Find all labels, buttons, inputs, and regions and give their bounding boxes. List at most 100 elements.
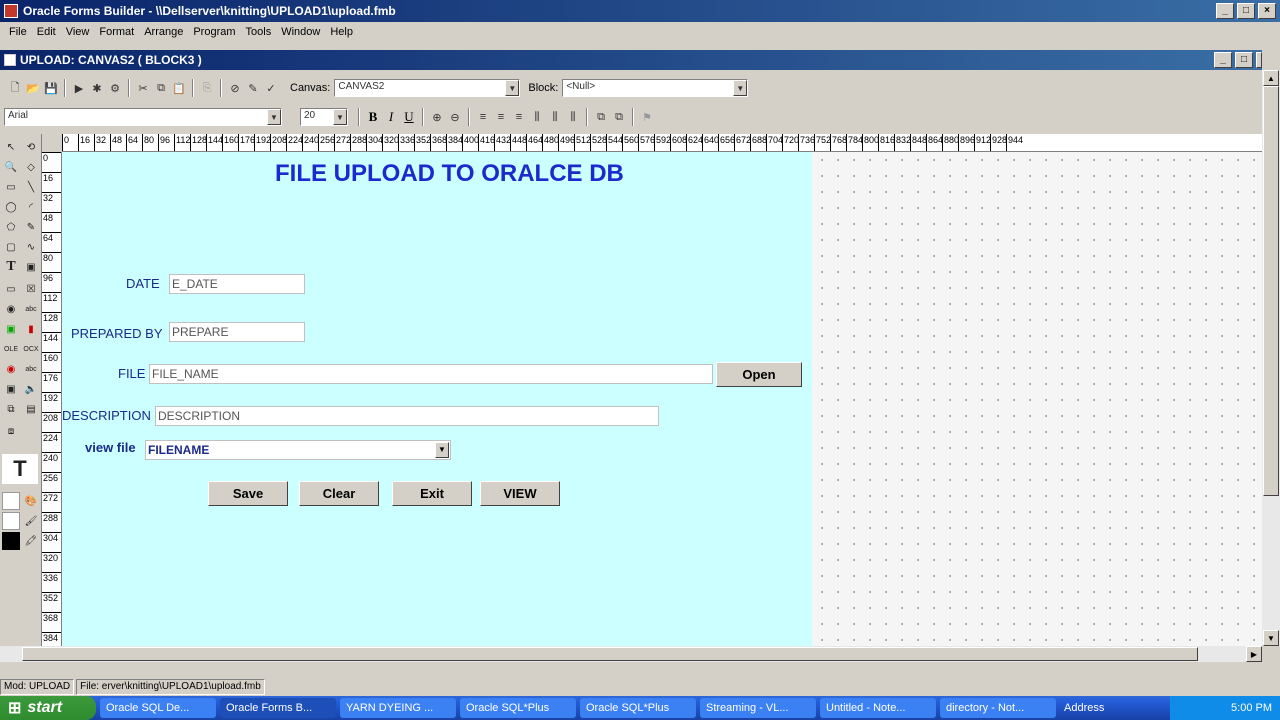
menu-file[interactable]: File: [4, 26, 32, 38]
frame-tool-icon[interactable]: ▣: [22, 258, 40, 276]
task-directory-notepad[interactable]: directory - Not...: [940, 698, 1056, 718]
chevron-down-icon[interactable]: ▼: [267, 109, 281, 125]
tab-canvas-tool-icon[interactable]: ⧉: [2, 400, 20, 418]
rectangle-tool-icon[interactable]: ▭: [2, 178, 20, 196]
task-streaming-vlc[interactable]: Streaming - VL...: [700, 698, 816, 718]
fill-color-icon[interactable]: 🎨: [22, 492, 40, 510]
inner-minimize-button[interactable]: _: [1214, 52, 1232, 68]
font-size-select[interactable]: 20 ▼: [300, 108, 348, 126]
paste-icon[interactable]: 📋: [170, 79, 188, 97]
debug-icon[interactable]: ✱: [88, 79, 106, 97]
image-tool-icon[interactable]: ▣: [2, 320, 20, 338]
scroll-up-icon[interactable]: ▲: [1263, 70, 1279, 86]
align-left-icon[interactable]: ≡: [474, 108, 492, 126]
copy-icon[interactable]: ⧉: [152, 79, 170, 97]
bold-button[interactable]: B: [364, 108, 382, 126]
menu-edit[interactable]: Edit: [32, 26, 61, 38]
task-oracle-sql-developer[interactable]: Oracle SQL De...: [100, 698, 216, 718]
open-icon[interactable]: 📂: [24, 79, 42, 97]
scroll-right-icon[interactable]: ▶: [1246, 646, 1262, 662]
view-file-select[interactable]: FILENAME ▼: [145, 440, 451, 460]
polygon-tool-icon[interactable]: ⬠: [2, 218, 20, 236]
start-button[interactable]: ⊞ start: [0, 696, 96, 720]
task-sqlplus-1[interactable]: Oracle SQL*Plus: [460, 698, 576, 718]
save-icon[interactable]: 💾: [42, 79, 60, 97]
vertical-scrollbar[interactable]: ▲ ▼: [1262, 70, 1280, 646]
freehand-tool-icon[interactable]: ∿: [22, 238, 40, 256]
align-right-icon[interactable]: ≡: [510, 108, 528, 126]
prepared-by-field[interactable]: PREPARE: [169, 322, 305, 342]
radio-tool-icon[interactable]: ◉: [2, 300, 20, 318]
task-yarn-dyeing[interactable]: YARN DYEING ...: [340, 698, 456, 718]
sound-tool-icon[interactable]: ▣: [2, 380, 20, 398]
reshape-tool-icon[interactable]: ◇: [22, 158, 40, 176]
open-button[interactable]: Open: [716, 362, 802, 387]
underline-button[interactable]: U: [400, 108, 418, 126]
stacked-canvas-tool-icon[interactable]: ▤: [22, 400, 40, 418]
display-item-tool-icon[interactable]: ◉: [2, 360, 20, 378]
chevron-down-icon[interactable]: ▼: [333, 109, 347, 125]
scroll-down-icon[interactable]: ▼: [1263, 630, 1279, 646]
save-button[interactable]: Save: [208, 481, 288, 506]
description-field[interactable]: DESCRIPTION: [155, 406, 659, 426]
inner-close-button[interactable]: [1256, 52, 1262, 68]
chart-tool-icon[interactable]: ▮: [22, 320, 40, 338]
chevron-down-icon[interactable]: ▼: [435, 442, 449, 458]
new-icon[interactable]: 🗋: [6, 79, 24, 97]
zoom-out-icon[interactable]: ⊖: [446, 108, 464, 126]
font-select[interactable]: Arial ▼: [4, 108, 282, 126]
ellipse-tool-icon[interactable]: ◯: [2, 198, 20, 216]
connect-icon[interactable]: ⎘: [198, 79, 216, 97]
menu-window[interactable]: Window: [276, 26, 325, 38]
checkbox-tool-icon[interactable]: ☒: [22, 280, 40, 298]
maximize-button[interactable]: □: [1237, 3, 1255, 19]
button-tool-icon[interactable]: ▭: [2, 280, 20, 298]
task-oracle-forms-builder[interactable]: Oracle Forms B...: [220, 698, 336, 718]
chevron-down-icon[interactable]: ▼: [733, 80, 748, 96]
task-sqlplus-2[interactable]: Oracle SQL*Plus: [580, 698, 696, 718]
menu-arrange[interactable]: Arrange: [139, 26, 188, 38]
cut-icon[interactable]: ✂: [134, 79, 152, 97]
arc-tool-icon[interactable]: ◜: [22, 198, 40, 216]
align-top-icon[interactable]: ⫼: [528, 108, 546, 126]
file-name-field[interactable]: FILE_NAME: [149, 364, 713, 384]
wizard-icon[interactable]: ✓: [262, 79, 280, 97]
menu-help[interactable]: Help: [325, 26, 358, 38]
close-button[interactable]: ×: [1258, 3, 1276, 19]
block-select[interactable]: <Null> ▼: [562, 79, 749, 97]
view-button[interactable]: VIEW: [480, 481, 560, 506]
menu-format[interactable]: Format: [94, 26, 139, 38]
edit-icon[interactable]: ✎: [244, 79, 262, 97]
exit-button[interactable]: Exit: [392, 481, 472, 506]
magnify-tool-icon[interactable]: 🔍: [2, 158, 20, 176]
ocx-tool-icon[interactable]: OCX: [22, 340, 40, 358]
ole-tool-icon[interactable]: OLE: [2, 340, 20, 358]
bring-front-icon[interactable]: ⧉: [592, 108, 610, 126]
line-color-icon[interactable]: 🖌: [22, 512, 40, 530]
rounded-rect-tool-icon[interactable]: ▢: [2, 238, 20, 256]
task-untitled-notepad[interactable]: Untitled - Note...: [820, 698, 936, 718]
flag-icon[interactable]: ⚑: [638, 108, 656, 126]
speaker-tool-icon[interactable]: 🔈: [22, 380, 40, 398]
canvas-select[interactable]: CANVAS2 ▼: [334, 79, 521, 97]
chevron-down-icon[interactable]: ▼: [505, 80, 520, 96]
inner-restore-button[interactable]: □: [1235, 52, 1253, 68]
menu-program[interactable]: Program: [188, 26, 240, 38]
zoom-in-icon[interactable]: ⊕: [428, 108, 446, 126]
clear-button[interactable]: Clear: [299, 481, 379, 506]
horizontal-scrollbar[interactable]: ▶: [0, 646, 1262, 662]
italic-button[interactable]: I: [382, 108, 400, 126]
send-back-icon[interactable]: ⧉: [610, 108, 628, 126]
minimize-button[interactable]: _: [1216, 3, 1234, 19]
textitem-tool-icon[interactable]: abc: [22, 300, 40, 318]
align-center-icon[interactable]: ≡: [492, 108, 510, 126]
menu-tools[interactable]: Tools: [241, 26, 277, 38]
line-color-swatch[interactable]: [2, 512, 20, 530]
rotate-tool-icon[interactable]: ⟲: [22, 138, 40, 156]
line-tool-icon[interactable]: ╲: [22, 178, 40, 196]
align-bottom-icon[interactable]: ⫼: [564, 108, 582, 126]
run-form-icon[interactable]: ▶: [70, 79, 88, 97]
align-middle-icon[interactable]: ⫼: [546, 108, 564, 126]
date-field[interactable]: E_DATE: [169, 274, 305, 294]
vertical-scroll-thumb[interactable]: [1263, 86, 1279, 496]
